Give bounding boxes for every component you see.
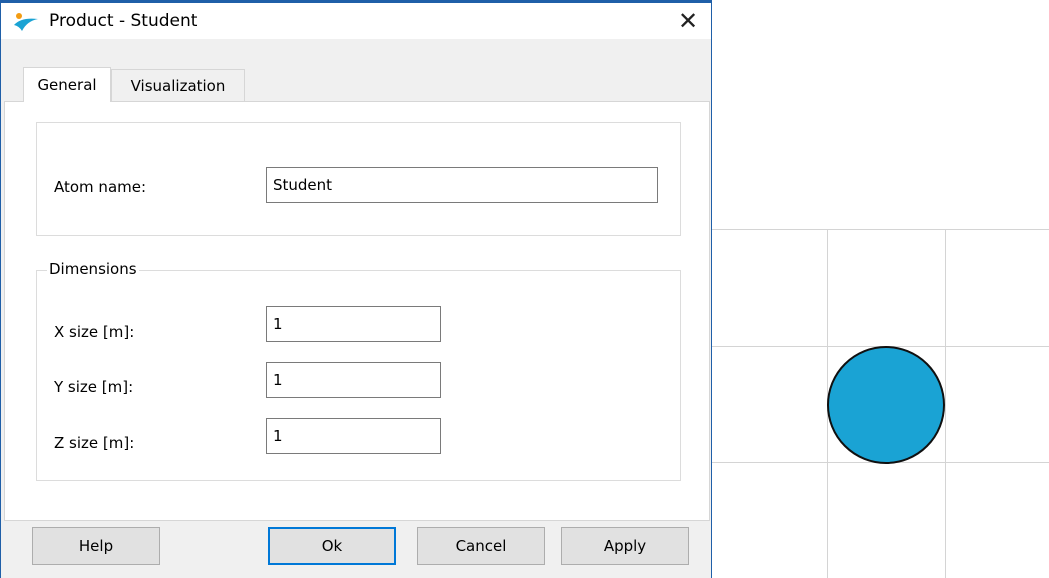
z-size-label: Z size [m]: [54, 434, 135, 452]
general-tab-panel: Atom name: Dimensions X size [m]: Y size… [4, 101, 710, 521]
tab-label: Visualization [130, 76, 226, 95]
tab-general[interactable]: General [23, 67, 111, 102]
tab-strip: General Visualization [1, 39, 711, 102]
button-label: Apply [603, 537, 647, 555]
grid-line-horizontal [712, 229, 1049, 230]
dimensions-legend: Dimensions [47, 260, 139, 278]
close-button[interactable]: ✕ [665, 3, 711, 39]
help-button[interactable]: Help [32, 527, 160, 565]
button-label: Help [78, 537, 114, 555]
atom-name-label: Atom name: [54, 178, 147, 196]
app-logo-icon [14, 13, 38, 31]
tab-label: General [37, 76, 97, 94]
ok-button[interactable]: Ok [268, 527, 396, 565]
title-bar[interactable]: Product - Student ✕ [1, 3, 711, 39]
button-label: Cancel [455, 537, 507, 555]
x-size-input[interactable] [266, 306, 441, 342]
y-size-input[interactable] [266, 362, 441, 398]
apply-button[interactable]: Apply [561, 527, 689, 565]
product-dialog: Product - Student ✕ General Visualizatio… [0, 0, 712, 578]
atom-name-input[interactable] [266, 167, 658, 203]
dialog-body: General Visualization Atom name: Dimensi… [1, 39, 711, 578]
student-atom-circle[interactable] [827, 346, 945, 464]
button-label: Ok [321, 537, 343, 555]
window-title: Product - Student [49, 11, 198, 31]
grid-line-vertical [945, 229, 946, 578]
z-size-input[interactable] [266, 418, 441, 454]
cancel-button[interactable]: Cancel [417, 527, 545, 565]
x-size-label: X size [m]: [54, 323, 135, 341]
tab-visualization[interactable]: Visualization [111, 69, 245, 101]
atom-name-group: Atom name: [36, 122, 681, 236]
close-icon: ✕ [677, 7, 699, 35]
screen: Product - Student ✕ General Visualizatio… [0, 0, 1049, 578]
dimensions-group: Dimensions X size [m]: Y size [m]: Z siz… [36, 260, 681, 481]
model-canvas[interactable] [712, 0, 1049, 578]
y-size-label: Y size [m]: [54, 378, 134, 396]
